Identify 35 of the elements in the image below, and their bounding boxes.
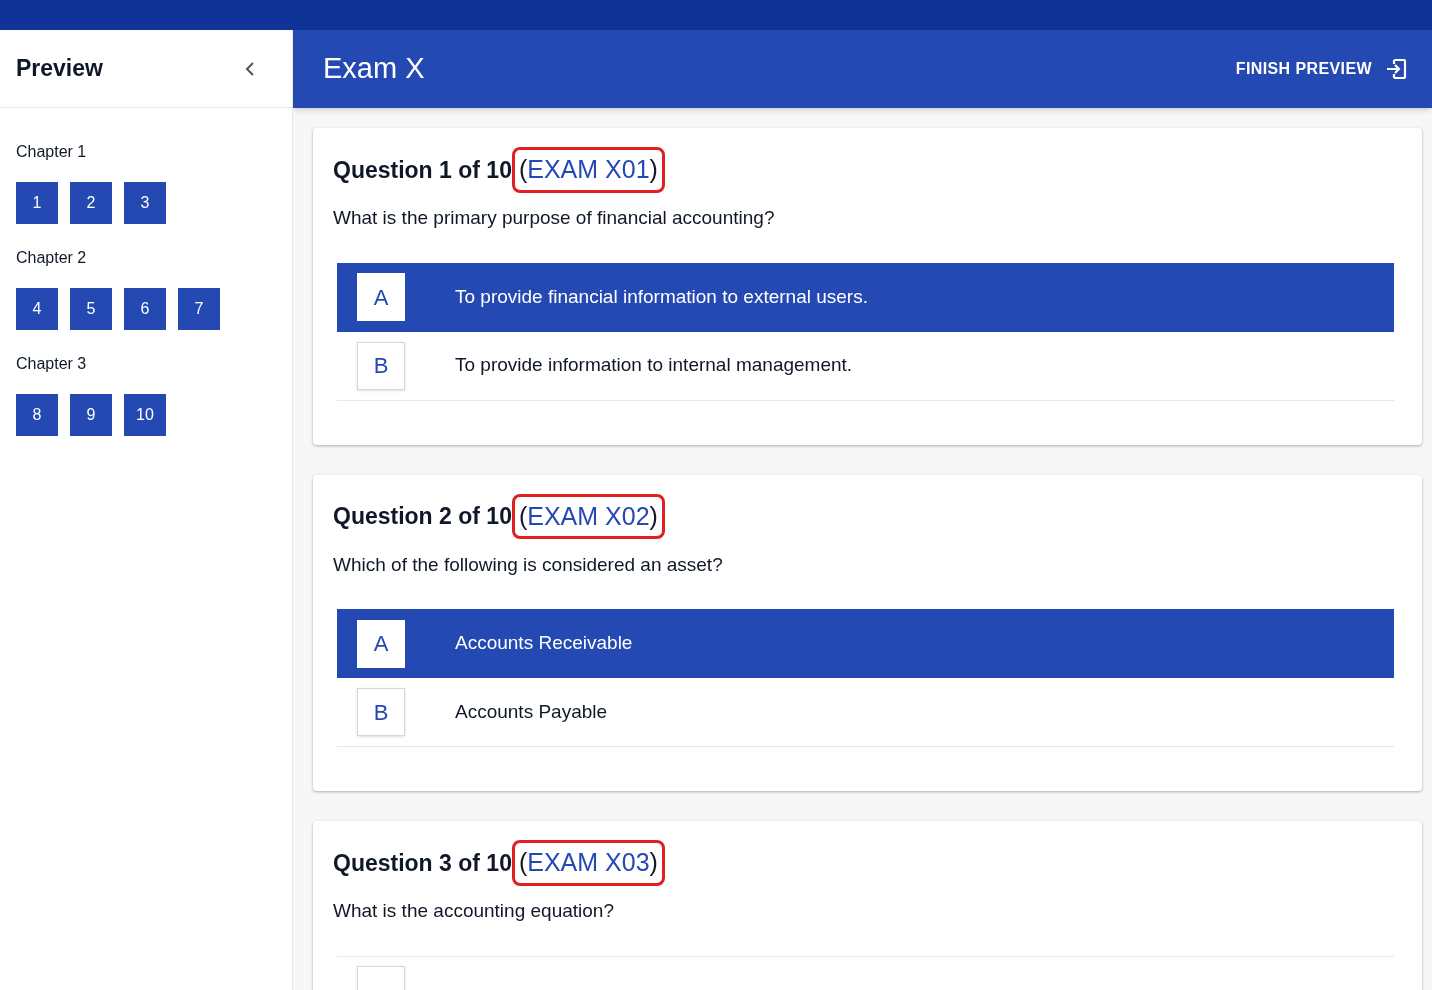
question-number-button[interactable]: 7	[178, 288, 220, 330]
question-text: What is the primary purpose of financial accounting?	[333, 206, 776, 230]
answer-option[interactable]: A Accounts Receivable	[337, 609, 1394, 678]
answer-option[interactable]: A To provide financial information to external users.	[337, 262, 1394, 332]
option-letter: B	[357, 688, 405, 736]
option-text: Accounts Receivable	[455, 631, 633, 656]
option-text: Accounts Payable	[455, 699, 608, 724]
question-title: Question 1 of 10	[333, 155, 512, 185]
chapter-label: Chapter 1	[16, 142, 88, 162]
question-number-button[interactable]: 3	[124, 182, 166, 224]
question-number-button[interactable]: 2	[70, 182, 112, 224]
question-title: Question 2 of 10	[333, 502, 512, 532]
exam-title: Exam X	[323, 51, 425, 87]
question-number-button[interactable]: 8	[16, 394, 58, 436]
question-code: (EXAM X02)	[511, 493, 665, 540]
finish-preview-button[interactable]: FINISH PREVIEW	[1227, 49, 1416, 89]
sidebar-title: Preview	[16, 54, 103, 84]
question-title: Question 3 of 10	[333, 848, 512, 878]
question-number-button[interactable]: 10	[124, 394, 166, 436]
question-number-button[interactable]: 9	[70, 394, 112, 436]
question-text: What is the accounting equation?	[333, 899, 615, 923]
option-text: To provide information to internal management.	[455, 353, 853, 378]
chapter-label: Chapter 3	[16, 354, 88, 374]
option-text: To provide financial information to external users.	[455, 284, 868, 309]
question-text: Which of the following is considered an asset?	[333, 552, 724, 577]
question-number-button[interactable]: 4	[16, 288, 58, 330]
chapter-label: Chapter 2	[16, 248, 88, 268]
question-number-button[interactable]: 5	[70, 288, 112, 330]
option-letter: B	[357, 341, 405, 390]
option-letter: A	[357, 273, 405, 321]
question-number-button[interactable]: 1	[16, 182, 58, 224]
question-number-button[interactable]: 6	[124, 288, 166, 330]
question-code: (EXAM X03)	[511, 840, 665, 886]
question-code: (EXAM X01)	[511, 147, 665, 193]
option-letter: A	[357, 619, 405, 668]
